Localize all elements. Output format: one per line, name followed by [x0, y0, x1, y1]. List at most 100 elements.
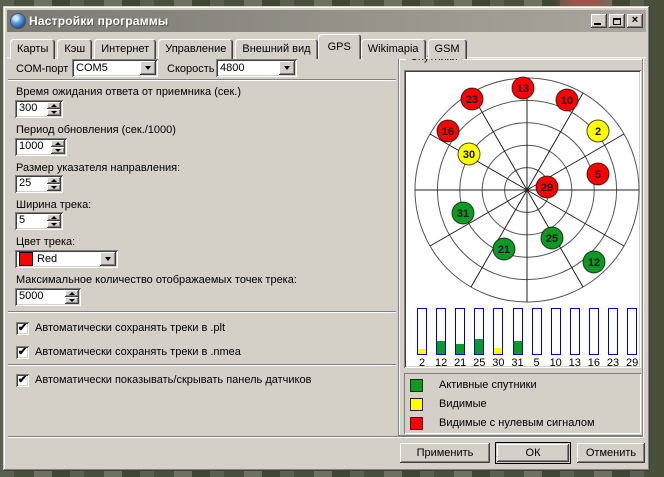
spin-up-button[interactable]: [47, 214, 61, 221]
pointer-size-spinner[interactable]: 25: [15, 175, 63, 193]
maximize-button[interactable]: [609, 14, 625, 28]
separator: [8, 364, 396, 366]
satellites-legend: Активные спутникиВидимыеВидимые с нулевы…: [404, 373, 641, 434]
autosave-nmea-checkbox[interactable]: ✔ Автоматически сохранять треки в .nmea: [16, 345, 241, 359]
pointer-size-label: Размер указателя направления:: [16, 162, 180, 174]
signal-bar-id-label: 30: [488, 357, 508, 369]
tab-label: GPS: [328, 41, 351, 53]
sensors-panel-label: Автоматически показывать/скрывать панель…: [35, 374, 311, 386]
autosave-nmea-label: Автоматически сохранять треки в .nmea: [35, 346, 241, 358]
signal-bar-23: [608, 308, 618, 355]
signal-bar-25: [474, 308, 484, 355]
apply-button[interactable]: Применить: [400, 443, 490, 463]
signal-bar-16: [589, 308, 599, 355]
tab-управление[interactable]: Управление: [158, 39, 233, 59]
title-bar[interactable]: Настройки программы ×: [7, 10, 646, 32]
timeout-spinner[interactable]: 300: [15, 100, 63, 118]
arrow-down-icon: [51, 223, 57, 226]
tab-label: Управление: [165, 43, 226, 55]
update-period-value: 1000: [15, 138, 49, 156]
tab-wikimapia[interactable]: Wikimapia: [361, 39, 426, 59]
com-port-select[interactable]: COM5: [72, 59, 158, 77]
signal-bar-2: [417, 308, 427, 355]
arrow-down-icon: [69, 299, 75, 302]
satellite-marker-21: 21: [493, 238, 515, 260]
tab-gps[interactable]: GPS: [318, 34, 361, 59]
satellite-marker-2: 2: [587, 120, 609, 142]
spin-down-button[interactable]: [65, 297, 79, 304]
signal-bar-id-label: 5: [527, 357, 547, 369]
satellite-marker-10: 10: [556, 89, 578, 111]
track-color-dropdown-button[interactable]: [100, 252, 116, 266]
satellite-id-label: 21: [498, 244, 510, 256]
pointer-size-value: 25: [15, 175, 45, 193]
apply-button-label: Применить: [417, 447, 474, 459]
checkbox-check-icon: ✔: [16, 346, 29, 359]
spin-down-button[interactable]: [51, 147, 65, 154]
signal-bar-13: [570, 308, 580, 355]
track-color-select[interactable]: Red: [15, 250, 118, 268]
cancel-button[interactable]: Отменить: [577, 443, 645, 463]
tab-gsm[interactable]: GSM: [428, 39, 467, 59]
track-width-value: 5: [15, 212, 45, 230]
signal-bar-fill: [418, 349, 426, 354]
spin-up-button[interactable]: [47, 177, 61, 184]
ok-button[interactable]: ОК: [495, 442, 571, 464]
spin-up-button[interactable]: [51, 140, 65, 147]
polar-grid-spoke: [471, 190, 527, 287]
cancel-button-label: Отменить: [586, 447, 636, 459]
signal-bar-10: [551, 308, 561, 355]
satellite-marker-13: 13: [512, 77, 534, 99]
arrow-up-icon: [51, 179, 57, 182]
legend-item-zero_signal: Видимые с нулевым сигналом: [410, 416, 595, 430]
tab-карты[interactable]: Карты: [10, 39, 55, 59]
track-color-value: Red: [33, 253, 98, 265]
tab-label: Интернет: [101, 43, 149, 55]
satellite-id-label: 2: [595, 126, 601, 138]
com-port-value: COM5: [72, 62, 138, 74]
signal-bar-id-label: 10: [546, 357, 566, 369]
signal-bar-30: [493, 308, 503, 355]
close-button[interactable]: ×: [627, 14, 643, 28]
arrow-down-icon: [51, 186, 57, 189]
signal-bar-id-label: 29: [622, 357, 642, 369]
spin-up-button[interactable]: [65, 290, 79, 297]
satellite-id-label: 13: [517, 83, 529, 95]
minimize-icon: [594, 23, 601, 25]
update-period-label: Период обновления (сек./1000): [16, 124, 176, 136]
speed-dropdown-button[interactable]: [279, 61, 295, 75]
arrow-down-icon: [51, 111, 57, 114]
tab-интернет[interactable]: Интернет: [94, 39, 156, 59]
spin-down-button[interactable]: [47, 109, 61, 116]
tab-label: Wikimapia: [368, 43, 419, 55]
tab-внешний-вид[interactable]: Внешний вид: [235, 39, 317, 59]
autosave-plt-label: Автоматически сохранять треки в .plt: [35, 322, 225, 334]
track-width-label: Ширина трека:: [16, 199, 91, 211]
update-period-spinner[interactable]: 1000: [15, 138, 67, 156]
legend-item-visible: Видимые: [410, 397, 487, 411]
signal-bar-fill: [456, 344, 464, 354]
chevron-down-icon: [284, 66, 290, 70]
max-points-spinner[interactable]: 5000: [15, 288, 81, 306]
satellite-id-label: 30: [463, 149, 475, 161]
signal-bar-21: [455, 308, 465, 355]
signal-bar-fill: [514, 341, 522, 354]
com-port-dropdown-button[interactable]: [140, 61, 156, 75]
satellite-id-label: 5: [595, 169, 601, 181]
spin-up-button[interactable]: [47, 102, 61, 109]
arrow-up-icon: [51, 216, 57, 219]
satellite-id-label: 25: [546, 233, 558, 245]
signal-bar-id-label: 23: [603, 357, 623, 369]
sensors-panel-checkbox[interactable]: ✔ Автоматически показывать/скрывать пане…: [16, 373, 311, 387]
separator: [8, 79, 396, 81]
minimize-button[interactable]: [591, 14, 607, 28]
track-width-spinner[interactable]: 5: [15, 212, 63, 230]
polar-grid-spoke: [430, 134, 527, 190]
speed-select[interactable]: 4800: [216, 59, 297, 77]
spin-down-button[interactable]: [47, 184, 61, 191]
signal-bar-id-label: 25: [469, 357, 489, 369]
arrow-up-icon: [51, 104, 57, 107]
tab-кэш[interactable]: Кэш: [57, 39, 92, 59]
autosave-plt-checkbox[interactable]: ✔ Автоматически сохранять треки в .plt: [16, 321, 225, 335]
spin-down-button[interactable]: [47, 221, 61, 228]
